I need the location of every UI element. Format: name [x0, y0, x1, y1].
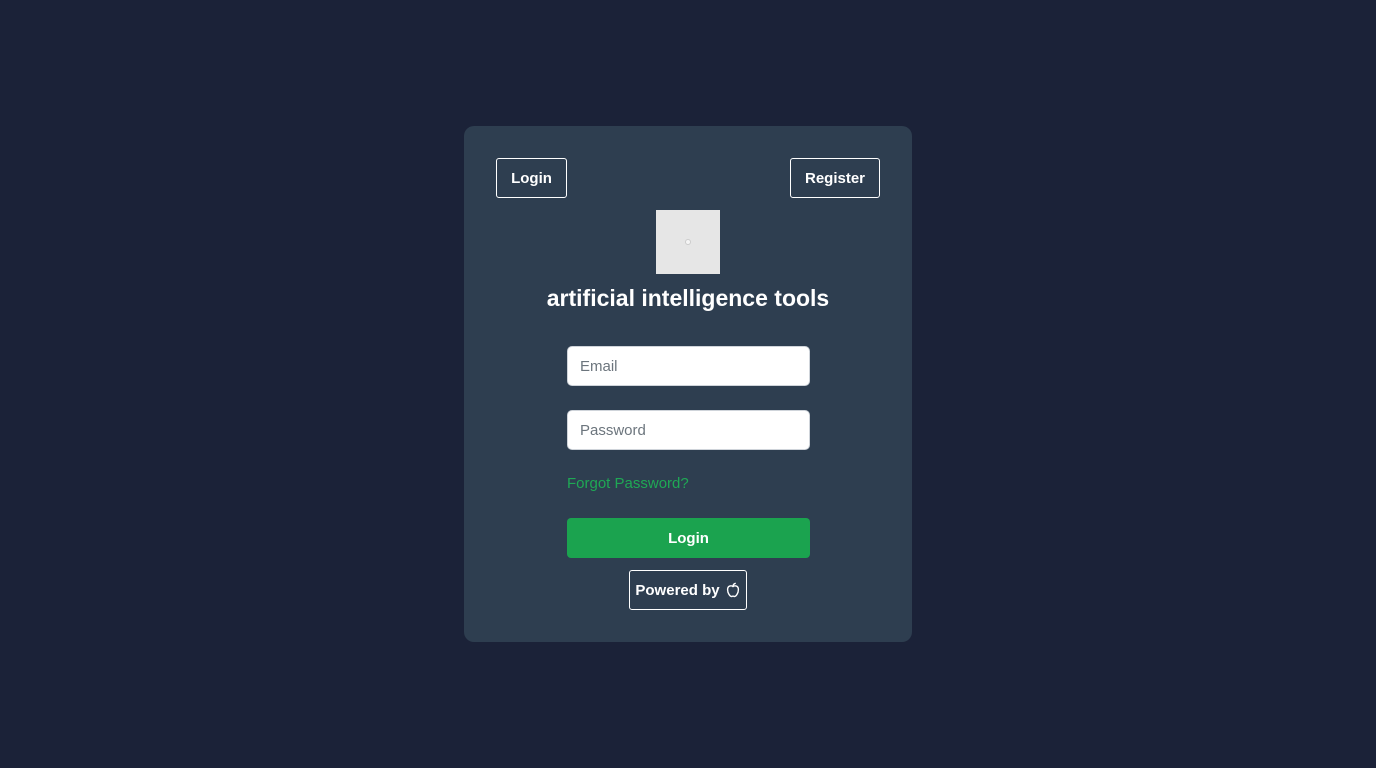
login-card: Login Register artificial intelligence t… [464, 126, 912, 642]
powered-by-label: Powered by [635, 581, 720, 599]
placeholder-image-icon [685, 239, 691, 245]
powered-by-button[interactable]: Powered by [629, 570, 747, 610]
page-title: artificial intelligence tools [546, 285, 830, 311]
nav-register-button[interactable]: Register [790, 158, 880, 198]
email-field[interactable] [567, 346, 810, 386]
forgot-password-link[interactable]: Forgot Password? [567, 474, 689, 494]
logo-image [656, 210, 720, 274]
nav-login-button[interactable]: Login [496, 158, 567, 198]
login-submit-button[interactable]: Login [567, 518, 810, 558]
apple-logo-icon [725, 582, 741, 598]
password-field[interactable] [567, 410, 810, 450]
